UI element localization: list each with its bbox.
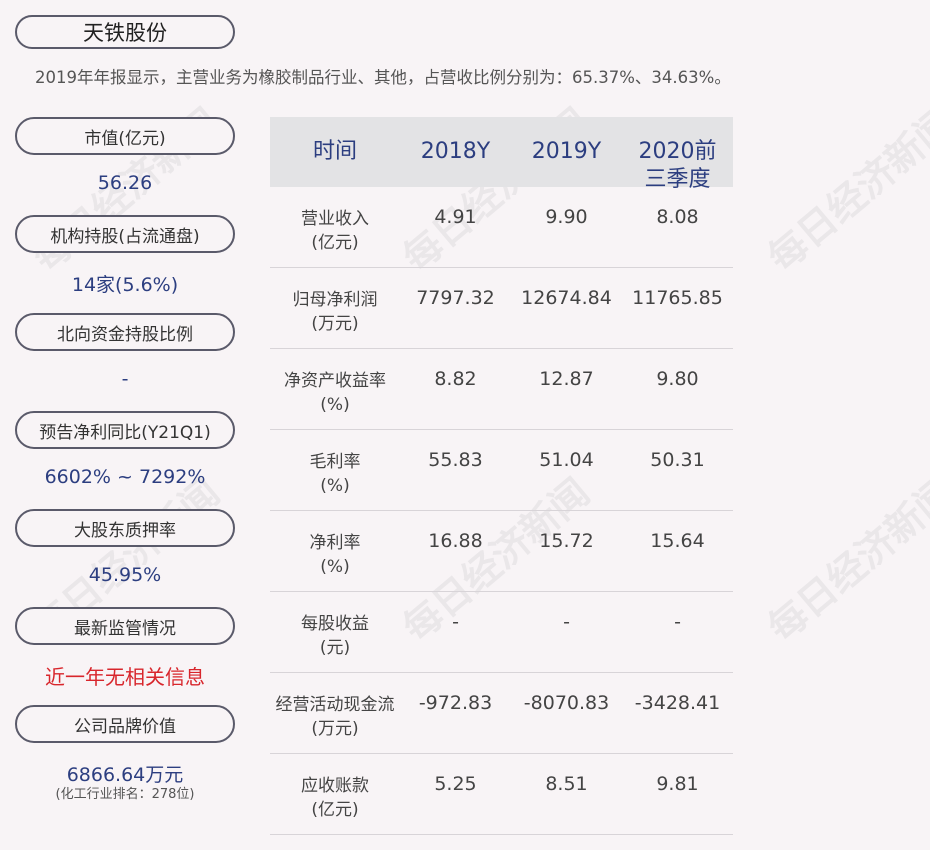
row-value: 12674.84 — [521, 287, 612, 309]
row-value: 50.31 — [650, 449, 705, 471]
table-row: 经营活动现金流 (万元) -972.83 -8070.83 -3428.41 — [270, 673, 733, 754]
metric-value-northbound: - — [121, 368, 129, 390]
metric-value-pledge: 45.95% — [88, 564, 162, 586]
row-value: 8.51 — [545, 773, 588, 795]
metric-label-regulation: 最新监管情况 — [15, 607, 235, 645]
row-value: 15.64 — [650, 530, 705, 552]
row-value: -8070.83 — [523, 692, 610, 714]
header-time: 时间 — [312, 139, 357, 164]
row-value: 9.80 — [656, 368, 699, 390]
row-label: 每股收益 (元) — [301, 614, 369, 658]
row-label: 净利率 (%) — [309, 533, 361, 577]
table-row: 每股收益 (元) - - - — [270, 592, 733, 673]
row-label: 营业收入 (亿元) — [301, 209, 369, 253]
metric-value-forecast: 6602% ~ 7292% — [44, 466, 206, 488]
company-name: 天铁股份 — [15, 15, 235, 49]
metric-value-market-cap: 56.26 — [97, 172, 153, 194]
table-row: 应收账款 (亿元) 5.25 8.51 9.81 — [270, 754, 733, 835]
metric-sub-brand-rank: (化工行业排名：278位) — [55, 787, 195, 802]
table-row: 净利率 (%) 16.88 15.72 15.64 — [270, 511, 733, 592]
row-value: 51.04 — [539, 449, 594, 471]
watermark: 每日经济新闻 — [759, 100, 930, 281]
metric-label-forecast: 预告净利同比(Y21Q1) — [15, 411, 235, 449]
watermark: 每日经济新闻 — [759, 470, 930, 651]
metric-label-northbound: 北向资金持股比例 — [15, 313, 235, 351]
row-label: 净资产收益率 (%) — [284, 371, 386, 415]
metric-label-institutional: 机构持股(占流通盘) — [15, 215, 235, 253]
row-value: 16.88 — [428, 530, 483, 552]
metric-label-market-cap: 市值(亿元) — [15, 117, 235, 155]
metric-label-brand: 公司品牌价值 — [15, 705, 235, 743]
metric-value-regulation: 近一年无相关信息 — [45, 665, 205, 689]
row-value: 8.82 — [434, 368, 477, 390]
row-value: 55.83 — [428, 449, 483, 471]
row-value: 5.25 — [434, 773, 477, 795]
header-2018: 2018Y — [420, 139, 491, 164]
row-value: 4.91 — [434, 206, 477, 228]
metric-label-pledge: 大股东质押率 — [15, 509, 235, 547]
row-value: 9.81 — [656, 773, 699, 795]
row-value: 8.08 — [656, 206, 699, 228]
row-label: 应收账款 (亿元) — [301, 776, 369, 820]
table-row: 毛利率 (%) 55.83 51.04 50.31 — [270, 430, 733, 511]
summary-text: 2019年年报显示，主营业务为橡胶制品行业、其他，占营收比例分别为：65.37%… — [35, 68, 731, 87]
row-label: 毛利率 (%) — [309, 452, 361, 496]
row-label: 归母净利润 (万元) — [292, 290, 378, 334]
row-value: 11765.85 — [632, 287, 723, 309]
table-row: 净资产收益率 (%) 8.82 12.87 9.80 — [270, 349, 733, 430]
row-value: - — [452, 611, 459, 633]
table-row: 营业收入 (亿元) 4.91 9.90 8.08 — [270, 187, 733, 268]
row-value: -972.83 — [418, 692, 493, 714]
row-value: 9.90 — [545, 206, 588, 228]
table-row: 归母净利润 (万元) 7797.32 12674.84 11765.85 — [270, 268, 733, 349]
row-label: 经营活动现金流 (万元) — [275, 695, 395, 739]
row-value: - — [563, 611, 570, 633]
row-value: 15.72 — [539, 530, 594, 552]
row-value: -3428.41 — [634, 692, 721, 714]
row-value: 12.87 — [539, 368, 594, 390]
header-2020q3: 2020前三季度 — [638, 139, 717, 192]
header-2019: 2019Y — [531, 139, 602, 164]
table-header: 时间 2018Y 2019Y 2020前三季度 — [270, 117, 733, 192]
financial-table: 时间 2018Y 2019Y 2020前三季度 营业收入 (亿元) 4.91 9.… — [270, 117, 733, 835]
metric-value-institutional: 14家(5.6%) — [71, 274, 179, 296]
row-value: - — [674, 611, 681, 633]
row-value: 7797.32 — [416, 287, 495, 309]
